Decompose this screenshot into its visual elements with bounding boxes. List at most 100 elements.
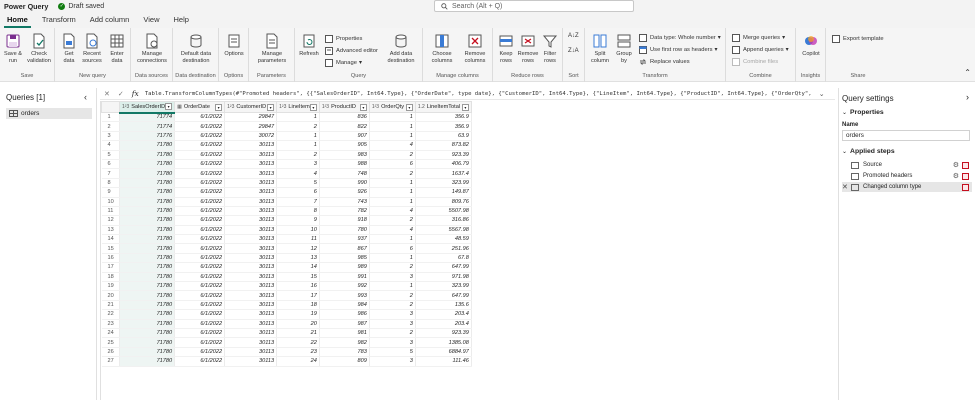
table-cell[interactable]: 5567.98 — [415, 225, 472, 236]
table-cell[interactable]: 30113 — [224, 197, 278, 207]
query-name-input[interactable]: orders — [842, 130, 970, 141]
table-cell[interactable]: 982 — [319, 337, 370, 348]
table-cell[interactable]: 30113 — [224, 309, 278, 320]
collapse-ribbon-icon[interactable]: ⌃ — [964, 68, 971, 77]
row-number[interactable]: 3 — [101, 131, 120, 142]
table-cell[interactable]: 5 — [369, 347, 416, 358]
remove-rows-button[interactable]: Remove rows — [517, 33, 539, 64]
table-cell[interactable]: 4 — [369, 225, 416, 236]
check-validation-button[interactable]: Check validation — [26, 33, 52, 64]
table-cell[interactable]: 983 — [319, 150, 370, 160]
table-cell[interactable]: 67.8 — [415, 253, 472, 264]
table-cell[interactable]: 4 — [369, 140, 416, 151]
table-cell[interactable]: 30113 — [224, 178, 278, 189]
query-item-orders[interactable]: orders — [6, 108, 92, 119]
chevron-down-icon[interactable]: ▾ — [461, 103, 469, 111]
tab-transform[interactable]: Transform — [35, 15, 83, 28]
table-cell[interactable]: 71780 — [119, 337, 176, 348]
table-cell[interactable]: 6/1/2022 — [174, 328, 226, 339]
chevron-down-icon[interactable]: ▾ — [165, 103, 173, 111]
filter-rows-button[interactable]: Filter rows — [539, 33, 561, 64]
table-cell[interactable]: 6/1/2022 — [174, 197, 226, 207]
table-cell[interactable]: 1 — [369, 253, 416, 264]
table-cell[interactable]: 30113 — [224, 356, 278, 367]
row-number[interactable]: 10 — [101, 197, 120, 207]
table-cell[interactable]: 30113 — [224, 215, 278, 226]
column-header[interactable]: 1.2 LineItemTotal ▾ — [414, 101, 472, 113]
table-cell[interactable]: 748 — [319, 168, 370, 179]
table-cell[interactable]: 71780 — [119, 150, 176, 160]
row-number[interactable]: 27 — [101, 356, 120, 367]
table-cell[interactable]: 6/1/2022 — [174, 347, 226, 358]
export-template-button[interactable]: Export template — [832, 35, 884, 43]
table-cell[interactable]: 6/1/2022 — [174, 131, 226, 142]
refresh-button[interactable]: Refresh — [297, 33, 321, 58]
table-cell[interactable]: 323.99 — [415, 281, 472, 292]
row-number[interactable]: 6 — [101, 159, 120, 170]
table-cell[interactable]: 3 — [369, 319, 416, 330]
chevron-down-icon[interactable]: ▾ — [359, 103, 367, 111]
table-cell[interactable]: 356.9 — [415, 112, 472, 123]
row-number[interactable]: 18 — [101, 272, 120, 283]
table-cell[interactable]: 30113 — [224, 150, 278, 160]
table-cell[interactable]: 6/1/2022 — [174, 319, 226, 330]
chevron-down-icon[interactable]: ⌄ — [819, 90, 825, 98]
step-source[interactable]: Source ⚙ — [842, 160, 972, 170]
table-cell[interactable]: 1 — [369, 197, 416, 207]
table-cell[interactable]: 1 — [369, 112, 416, 123]
table-cell[interactable]: 30113 — [224, 159, 278, 170]
table-cell[interactable]: 6/1/2022 — [174, 262, 226, 273]
step-changed-column-type[interactable]: ✕ Changed column type — [842, 182, 972, 192]
row-number[interactable]: 26 — [101, 347, 120, 358]
type-icon[interactable]: 1²3 — [322, 104, 329, 110]
table-cell[interactable]: 989 — [319, 262, 370, 273]
table-cell[interactable]: 926 — [319, 187, 370, 198]
table-cell[interactable]: 923.39 — [415, 328, 472, 339]
table-cell[interactable]: 71780 — [119, 319, 176, 330]
table-cell[interactable]: 5507.98 — [415, 206, 472, 217]
table-cell[interactable]: 991 — [319, 272, 370, 283]
table-cell[interactable]: 21 — [276, 328, 320, 339]
table-cell[interactable]: 71780 — [119, 309, 176, 320]
delete-step-icon[interactable]: ✕ — [842, 183, 851, 191]
table-cell[interactable]: 8 — [276, 206, 320, 217]
row-number[interactable]: 4 — [101, 140, 120, 151]
table-cell[interactable]: 1 — [369, 131, 416, 142]
table-cell[interactable]: 19 — [276, 309, 320, 320]
table-cell[interactable]: 1 — [369, 121, 416, 132]
table-cell[interactable]: 30113 — [224, 262, 278, 273]
table-cell[interactable]: 873.82 — [415, 140, 472, 151]
table-cell[interactable]: 6 — [369, 159, 416, 170]
table-cell[interactable]: 71780 — [119, 140, 176, 151]
table-cell[interactable]: 16 — [276, 281, 320, 292]
replace-values-button[interactable]: Replace values — [639, 58, 690, 66]
table-cell[interactable]: 24 — [276, 356, 320, 367]
table-cell[interactable]: 135.6 — [415, 300, 472, 311]
row-number[interactable]: 12 — [101, 215, 120, 226]
advanced-editor-button[interactable]: Advanced editor — [325, 47, 378, 55]
table-cell[interactable]: 923.39 — [415, 150, 472, 160]
chevron-down-icon[interactable]: ▾ — [267, 103, 275, 111]
table-cell[interactable]: 6/1/2022 — [174, 215, 226, 226]
table-cell[interactable]: 6/1/2022 — [174, 356, 226, 367]
row-number[interactable]: 11 — [101, 206, 120, 217]
append-queries-button[interactable]: Append queries ▾ — [732, 46, 789, 54]
type-icon[interactable]: 1²3 — [227, 104, 234, 110]
table-cell[interactable]: 203.4 — [415, 309, 472, 320]
table-cell[interactable]: 1 — [369, 281, 416, 292]
column-header[interactable]: 1²3 OrderQty ▾ — [368, 101, 416, 113]
tab-help[interactable]: Help — [166, 15, 195, 28]
table-cell[interactable]: 6/1/2022 — [174, 150, 226, 160]
table-cell[interactable]: 6884.97 — [415, 347, 472, 358]
table-cell[interactable]: 6 — [276, 187, 320, 198]
table-cell[interactable]: 30113 — [224, 281, 278, 292]
table-cell[interactable]: 971.98 — [415, 272, 472, 283]
options-button[interactable]: Options — [222, 33, 246, 58]
table-cell[interactable]: 918 — [319, 215, 370, 226]
table-cell[interactable]: 71780 — [119, 234, 176, 245]
gear-icon[interactable]: ⚙ — [953, 161, 959, 169]
table-cell[interactable]: 836 — [319, 112, 370, 123]
table-cell[interactable]: 1 — [276, 112, 320, 123]
table-cell[interactable]: 30113 — [224, 328, 278, 339]
column-header[interactable]: 1²3 SalesOrderID ▾ — [118, 101, 176, 114]
